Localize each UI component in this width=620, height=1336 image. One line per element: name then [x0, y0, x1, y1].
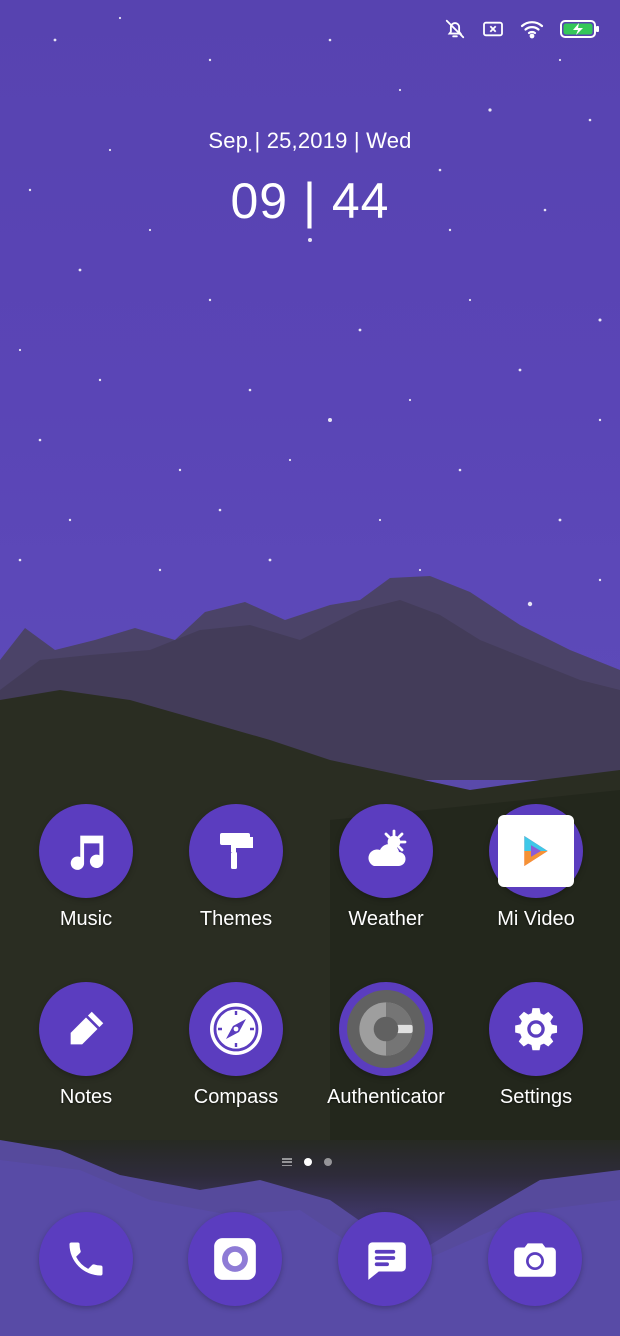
home-screen: Sep | 25,2019 | Wed 09 | 44 Music Themes [0, 0, 620, 1336]
app-weather[interactable]: Weather [311, 804, 461, 931]
app-themes[interactable]: Themes [161, 804, 311, 931]
page-indicator[interactable] [282, 1158, 332, 1166]
app-mi-video[interactable]: Mi Video [461, 804, 611, 931]
page-dot [324, 1158, 332, 1166]
browser-icon [214, 1238, 256, 1280]
app-label: Notes [59, 1086, 113, 1108]
camera-icon [514, 1243, 556, 1277]
compass-icon[interactable] [189, 982, 283, 1076]
app-label: Settings [499, 1086, 573, 1108]
app-label: Authenticator [327, 1086, 445, 1108]
app-label: Weather [348, 908, 424, 930]
lockscreen-clock[interactable]: 09 | 44 [0, 172, 620, 230]
app-label: Mi Video [497, 908, 575, 930]
bell-off-icon [444, 18, 466, 40]
app-settings[interactable]: Settings [461, 982, 611, 1109]
app-label: Compass [193, 1086, 279, 1108]
messages-icon [368, 1242, 406, 1280]
cloud-sun-icon[interactable] [339, 804, 433, 898]
lockscreen-date: Sep | 25,2019 | Wed [208, 128, 412, 153]
dock-messages[interactable] [338, 1212, 432, 1306]
gear-icon[interactable] [489, 982, 583, 1076]
page-dot-active [304, 1158, 312, 1166]
app-authenticator[interactable]: Authenticator [311, 982, 461, 1109]
app-compass[interactable]: Compass [161, 982, 311, 1109]
music-note-icon[interactable] [39, 804, 133, 898]
dock-camera[interactable] [488, 1212, 582, 1306]
app-list-indicator-icon [282, 1158, 292, 1166]
status-bar [444, 14, 600, 44]
dock-phone[interactable] [39, 1212, 133, 1306]
paint-roller-icon[interactable] [189, 804, 283, 898]
google-authenticator-icon[interactable] [339, 982, 433, 1076]
pen-icon[interactable] [39, 982, 133, 1076]
battery-charging-icon [560, 19, 600, 39]
dock-browser[interactable] [188, 1212, 282, 1306]
app-notes[interactable]: Notes [11, 982, 161, 1109]
wifi-icon [520, 19, 544, 39]
app-label: Music [59, 908, 113, 930]
phone-icon [69, 1242, 103, 1276]
no-sim-icon [482, 20, 504, 38]
app-label: Themes [199, 908, 273, 930]
app-music[interactable]: Music [11, 804, 161, 931]
play-icon[interactable] [489, 804, 583, 898]
